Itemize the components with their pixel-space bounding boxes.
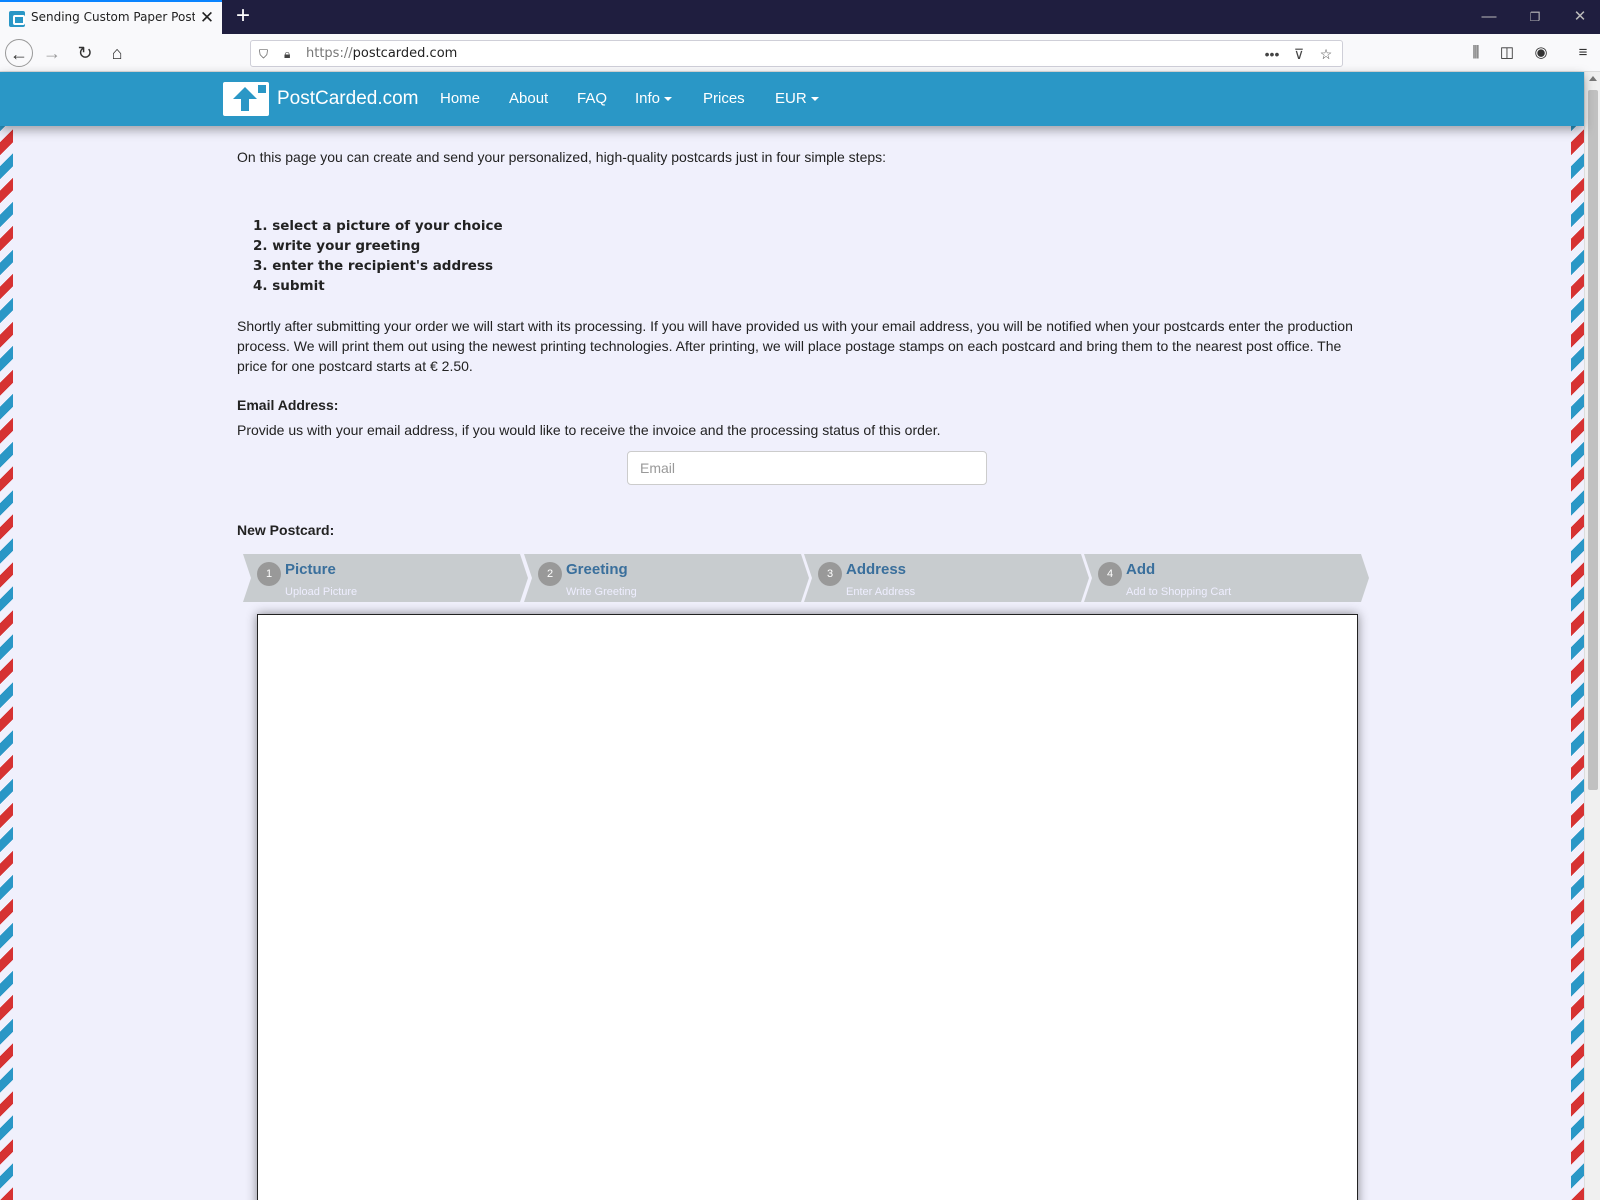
step-item: 4. submit: [253, 278, 325, 294]
url-bar[interactable]: ⛉ 🔒︎ https://postcarded.com ••• ⊽ ☆: [250, 40, 1343, 67]
step-subtitle: Upload Picture: [285, 586, 358, 598]
steps-list: 1. select a picture of your choice 2. wr…: [253, 216, 503, 296]
nav-home[interactable]: Home: [440, 90, 480, 107]
site-favicon-icon: [9, 11, 25, 27]
intro-text: On this page you can create and send you…: [237, 149, 887, 165]
email-input[interactable]: [627, 451, 987, 485]
step-title: Add: [1126, 561, 1156, 578]
step-subtitle: Enter Address: [846, 586, 916, 598]
brand-link[interactable]: PostCarded.com: [223, 80, 419, 118]
forward-arrow-icon[interactable]: →: [38, 39, 66, 67]
step-item: 3. enter the recipient's address: [253, 258, 494, 274]
close-tab-icon[interactable]: ✕: [199, 9, 215, 27]
home-icon[interactable]: ⌂: [103, 39, 131, 67]
scrollbar-thumb[interactable]: [1588, 90, 1598, 790]
browser-toolbar: ← → ↻ ⌂ ⛉ 🔒︎ https://postcarded.com ••• …: [0, 34, 1600, 72]
bookmark-star-icon[interactable]: ☆: [1315, 44, 1337, 64]
step-number: 2: [538, 562, 562, 586]
pocket-icon[interactable]: ⊽: [1288, 44, 1310, 64]
step-title: Greeting: [566, 561, 628, 578]
wizard-step-add[interactable]: 4 Add Add to Shopping Cart: [1084, 554, 1369, 602]
nav-about[interactable]: About: [509, 90, 548, 107]
step-item: 2. write your greeting: [253, 238, 421, 254]
caret-down-icon: [664, 97, 673, 102]
airmail-border-right: [1571, 126, 1584, 1200]
tab-title: Sending Custom Paper Postcar: [31, 10, 195, 24]
site-navbar: PostCarded.com Home About FAQ Info Price…: [0, 72, 1584, 126]
wizard-step-greeting[interactable]: 2 Greeting Write Greeting: [524, 554, 809, 602]
postcard-wizard: 1 Picture Upload Picture 2 Greeting Writ…: [243, 554, 1373, 602]
browser-tabbar: Sending Custom Paper Postcar ✕ + — ❐ ✕: [0, 0, 1600, 34]
email-description: Provide us with your email address, if y…: [237, 422, 941, 438]
airmail-border-left: [0, 126, 13, 1200]
step-subtitle: Write Greeting: [566, 586, 637, 598]
wizard-step-picture[interactable]: 1 Picture Upload Picture: [243, 554, 528, 602]
caret-down-icon: [810, 97, 819, 102]
nav-info-label: Info: [635, 90, 661, 107]
step-number: 4: [1098, 562, 1122, 586]
step-number: 1: [257, 562, 281, 586]
window-close-icon[interactable]: ✕: [1567, 6, 1593, 28]
page-scrollbar[interactable]: [1584, 72, 1600, 1200]
url-host: postcarded.com: [352, 46, 458, 61]
restore-icon[interactable]: ❐: [1522, 6, 1548, 28]
nav-currency-dropdown[interactable]: EUR: [775, 90, 819, 107]
new-tab-icon[interactable]: +: [231, 4, 255, 28]
browser-tab[interactable]: Sending Custom Paper Postcar ✕: [0, 0, 222, 34]
wizard-step-address[interactable]: 3 Address Enter Address: [804, 554, 1089, 602]
url-text[interactable]: https://postcarded.com: [306, 46, 457, 61]
library-icon[interactable]: ⫼: [1465, 43, 1487, 63]
step-number: 3: [818, 562, 842, 586]
nav-faq[interactable]: FAQ: [577, 90, 607, 107]
new-postcard-heading: New Postcard:: [237, 522, 335, 538]
brand-name: PostCarded.com: [277, 88, 419, 109]
step-item: 1. select a picture of your choice: [253, 218, 503, 234]
brand-logo-icon: [223, 82, 269, 116]
scroll-up-arrow-icon[interactable]: [1589, 76, 1597, 81]
nav-currency-label: EUR: [775, 90, 807, 107]
back-arrow-icon[interactable]: ←: [5, 39, 33, 67]
nav-prices[interactable]: Prices: [703, 90, 745, 107]
url-scheme: https://: [306, 46, 353, 61]
reload-icon[interactable]: ↻: [71, 39, 99, 67]
page-actions-icon[interactable]: •••: [1261, 44, 1283, 64]
step-title: Address: [846, 561, 907, 578]
nav-info-dropdown[interactable]: Info: [635, 90, 673, 107]
postcard-canvas[interactable]: [257, 614, 1358, 1200]
lock-icon[interactable]: 🔒︎: [284, 46, 296, 62]
step-subtitle: Add to Shopping Cart: [1126, 586, 1232, 598]
account-icon[interactable]: ◉: [1530, 43, 1552, 63]
email-heading: Email Address:: [237, 397, 339, 413]
step-title: Picture: [285, 561, 336, 578]
tracking-shield-icon[interactable]: ⛉: [259, 46, 273, 62]
sidebar-icon[interactable]: ◫: [1496, 43, 1518, 63]
processing-text: Shortly after submitting your order we w…: [237, 318, 1353, 374]
minimize-icon[interactable]: —: [1476, 6, 1502, 28]
hamburger-menu-icon[interactable]: ≡: [1572, 43, 1594, 63]
